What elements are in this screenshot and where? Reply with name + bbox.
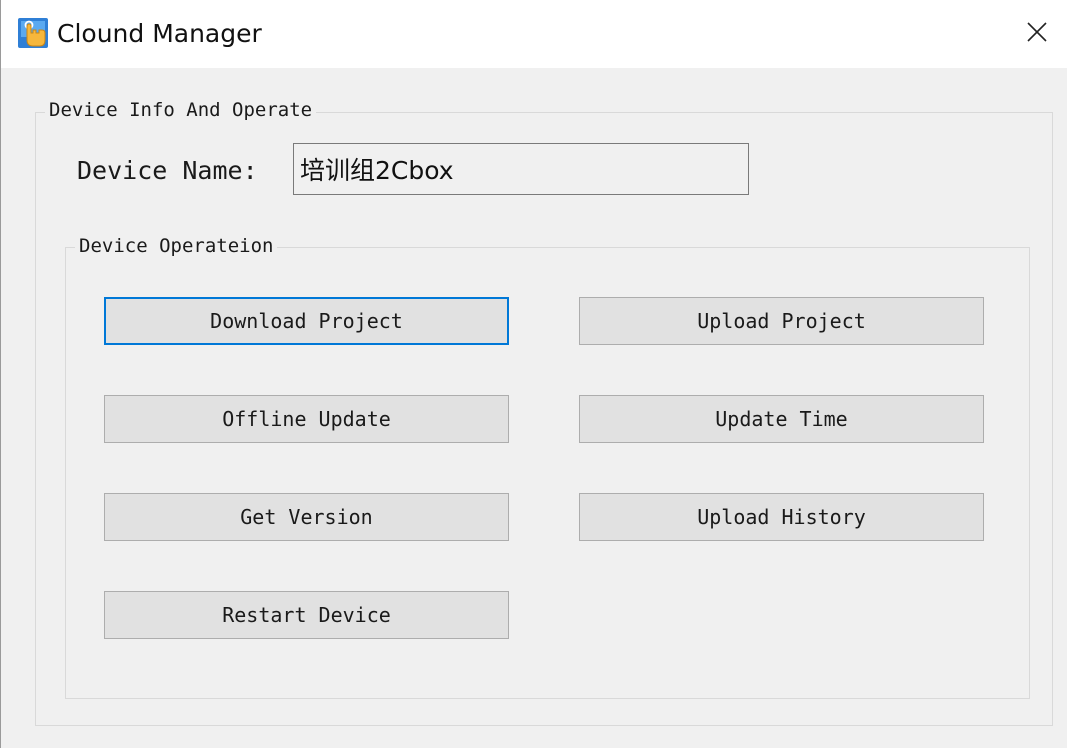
- close-button[interactable]: [1006, 0, 1067, 68]
- clound-manager-window: Clound Manager Device Info And Operate D…: [0, 0, 1067, 748]
- device-name-field[interactable]: [293, 143, 749, 195]
- offline-update-button[interactable]: Offline Update: [104, 395, 509, 443]
- upload-project-button[interactable]: Upload Project: [579, 297, 984, 345]
- window-title: Clound Manager: [57, 19, 262, 48]
- close-icon: [1026, 21, 1048, 47]
- restart-device-button[interactable]: Restart Device: [104, 591, 509, 639]
- app-hand-icon: [18, 18, 48, 48]
- upload-history-button[interactable]: Upload History: [579, 493, 984, 541]
- download-project-button[interactable]: Download Project: [104, 297, 509, 345]
- get-version-button[interactable]: Get Version: [104, 493, 509, 541]
- device-operation-legend: Device Operateion: [75, 234, 278, 258]
- title-bar[interactable]: Clound Manager: [1, 0, 1067, 68]
- device-name-label: Device Name:: [77, 156, 258, 185]
- device-info-legend: Device Info And Operate: [45, 98, 317, 122]
- update-time-button[interactable]: Update Time: [579, 395, 984, 443]
